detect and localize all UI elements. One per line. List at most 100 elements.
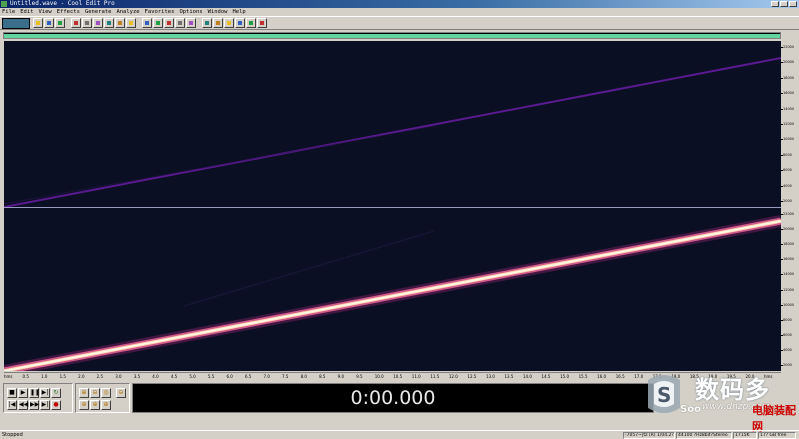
- watermark-soo: Soo: [680, 404, 701, 415]
- lower-freq-label: 14000: [783, 272, 795, 277]
- forward-button[interactable]: ▶▶: [29, 400, 39, 410]
- loop-button[interactable]: [175, 18, 185, 28]
- ruler-label: 9.0: [337, 374, 345, 379]
- undo-button[interactable]: [115, 18, 125, 28]
- stop-button[interactable]: ■: [7, 388, 17, 398]
- watermark-cn-title: 数码多: [695, 376, 770, 404]
- marker-button[interactable]: [246, 18, 256, 28]
- open-button[interactable]: [44, 18, 54, 28]
- ruler-label: hms: [4, 374, 13, 379]
- ruler-label: 0.5: [22, 374, 29, 379]
- new-button[interactable]: [33, 18, 43, 28]
- repeat-button[interactable]: [126, 18, 136, 28]
- ruler-label: 3.0: [115, 374, 122, 379]
- status-cursor-info: -7057~|tz (R) 1/04.2??: [623, 431, 675, 439]
- menu-options[interactable]: Options: [179, 8, 202, 16]
- ruler-label: 4.0: [152, 374, 159, 379]
- menu-analyze[interactable]: Analyze: [116, 8, 139, 16]
- time-display: 0:00.000: [132, 383, 654, 413]
- ruler-label: 5.5: [207, 374, 215, 379]
- play-to-end-button[interactable]: ▶|: [40, 388, 50, 398]
- upper-freq-label: 20000: [783, 60, 795, 65]
- eq-button[interactable]: [202, 18, 212, 28]
- amplify-button[interactable]: [186, 18, 196, 28]
- ruler-label: 12.5: [467, 374, 477, 379]
- paste-button[interactable]: [93, 18, 103, 28]
- eq-icon: [205, 21, 209, 25]
- menu-file[interactable]: File: [2, 8, 15, 16]
- ruler-label: 3.5: [133, 374, 141, 379]
- zoom-full-icon[interactable]: ◎: [101, 388, 111, 398]
- window-title: Untitled.wave - Cool Edit Pro: [10, 0, 115, 7]
- save-button[interactable]: [55, 18, 65, 28]
- overview-selection[interactable]: [4, 34, 780, 38]
- zoom-out-v-icon[interactable]: ⊖: [116, 388, 126, 398]
- upper-freq-label: 6000: [783, 168, 792, 173]
- new-icon: [36, 21, 40, 25]
- marker-icon: [249, 21, 253, 25]
- waveform-button[interactable]: [142, 18, 152, 28]
- analysis-button[interactable]: [257, 18, 267, 28]
- menu-edit[interactable]: Edit: [20, 8, 33, 16]
- rewind-button[interactable]: ◀◀: [18, 400, 28, 410]
- cut-button[interactable]: [71, 18, 81, 28]
- ruler-label: 6.5: [244, 374, 252, 379]
- zoom-controls: ⊕ ⊖ ◎ ⊕ ⊕ ⊕ ⊖: [75, 383, 130, 413]
- overview-bar[interactable]: [3, 32, 781, 39]
- transport-controls: ■ ▶ ❚❚ ▶| ↻ |◀ ◀◀ ▶▶ ▶| ●: [3, 383, 73, 413]
- upper-freq-label: 12000: [783, 122, 795, 126]
- ruler-label: 7.5: [282, 374, 289, 379]
- upper-freq-label: 18000: [783, 75, 795, 80]
- minimize-button[interactable]: [771, 1, 779, 7]
- noise-button[interactable]: [213, 18, 223, 28]
- undo-icon: [118, 21, 122, 25]
- status-format: 44100 ?Hz8bit?Stereo: [676, 431, 732, 439]
- ruler-label: 6.0: [226, 374, 233, 379]
- go-start-button[interactable]: |◀: [7, 400, 17, 410]
- upper-freq-label: 8000: [783, 152, 792, 157]
- ruler-label: 8.5: [319, 374, 326, 379]
- ruler-label: 13.0: [485, 374, 495, 379]
- menu-effects[interactable]: Effects: [57, 8, 80, 16]
- app-window: Untitled.wave - Cool Edit Pro File Edit …: [0, 0, 799, 439]
- menu-view[interactable]: View: [39, 8, 52, 16]
- spectrogram-svg: [4, 57, 781, 371]
- menu-generate[interactable]: Generate: [85, 8, 112, 16]
- copy-button[interactable]: [82, 18, 92, 28]
- lower-freq-label: 22000: [783, 212, 795, 216]
- menu-window[interactable]: Window: [208, 8, 228, 16]
- menu-favorites[interactable]: Favorites: [145, 8, 175, 16]
- status-size: 1715K: [733, 431, 757, 439]
- mix-paste-button[interactable]: [104, 18, 114, 28]
- go-end-button[interactable]: ▶|: [40, 400, 50, 410]
- pause-button[interactable]: ❚❚: [29, 388, 40, 398]
- zoom-in-right-icon[interactable]: ⊕: [90, 400, 100, 410]
- zoom-out-h-icon[interactable]: ⊖: [90, 388, 100, 398]
- menu-help[interactable]: Help: [233, 8, 246, 16]
- ruler-label: 7.0: [263, 374, 270, 379]
- loop-button[interactable]: ↻: [51, 388, 61, 398]
- zoom-in-left-icon[interactable]: ⊕: [79, 400, 89, 410]
- ruler-label: 14.0: [523, 374, 532, 379]
- delay-button[interactable]: [235, 18, 245, 28]
- settings-button[interactable]: [164, 18, 174, 28]
- record-button[interactable]: ●: [51, 400, 61, 410]
- toolbar: [0, 16, 799, 30]
- maximize-button[interactable]: [780, 1, 788, 7]
- close-button[interactable]: [789, 1, 797, 7]
- spectral-view[interactable]: [4, 41, 781, 371]
- play-button[interactable]: ▶: [18, 388, 28, 398]
- zoom-in-v-icon[interactable]: ⊕: [101, 400, 111, 410]
- reverb-button[interactable]: [224, 18, 234, 28]
- mode-toggle-button[interactable]: [2, 17, 30, 29]
- ruler-label: 15.0: [560, 374, 569, 379]
- upper-channel-harmonic: [4, 125, 435, 205]
- title-bar: Untitled.wave - Cool Edit Pro: [0, 0, 799, 8]
- app-icon: [1, 1, 7, 7]
- lower-freq-label: 18000: [783, 242, 795, 247]
- upper-freq-label: 10000: [783, 137, 795, 142]
- zoom-in-h-icon[interactable]: ⊕: [79, 388, 89, 398]
- spectral-icon: [156, 21, 160, 25]
- spectral-button[interactable]: [153, 18, 163, 28]
- ruler-label: 8.0: [300, 374, 307, 379]
